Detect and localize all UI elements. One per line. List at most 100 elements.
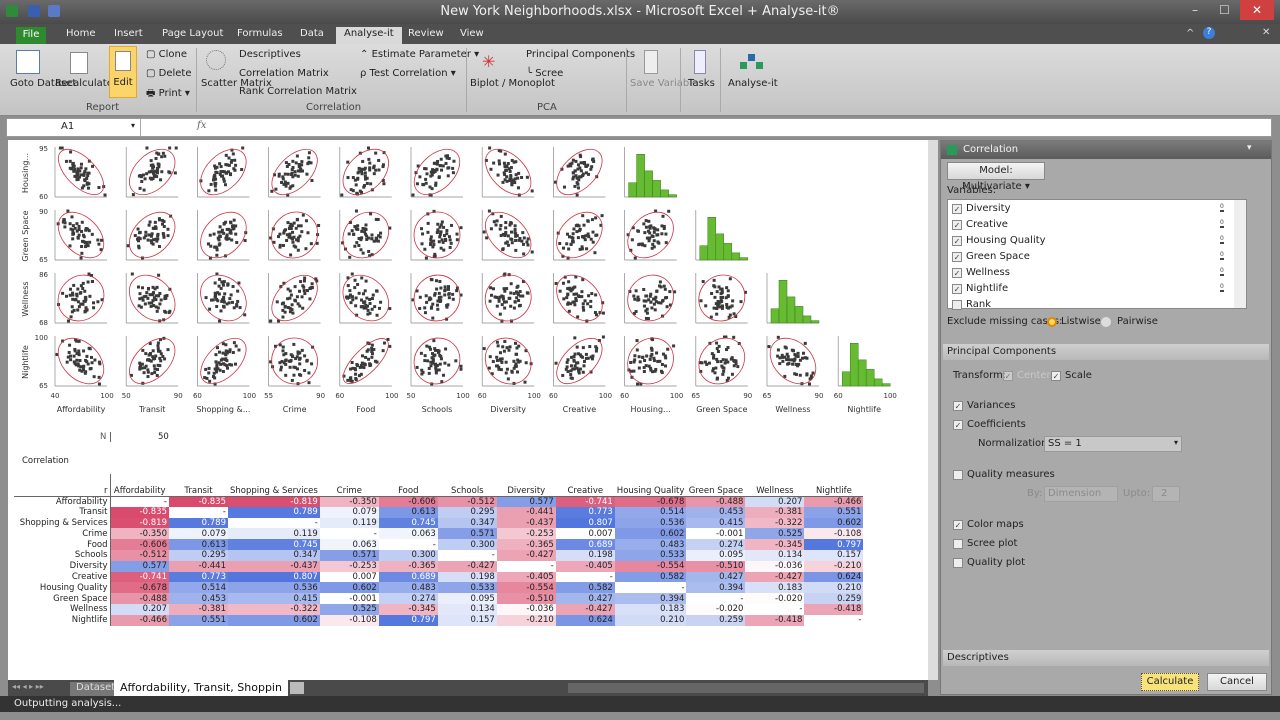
tab-data[interactable]: Data [292,27,332,44]
tab-analyse-it[interactable]: Analyse-it [336,27,402,44]
listwise-radio[interactable] [1047,317,1057,327]
coefficients-checkbox[interactable]: ✓ [953,420,963,430]
quality-measures-checkbox[interactable] [953,470,963,480]
tab-review[interactable]: Review [400,27,452,44]
clone-button[interactable]: ▢ Clone [146,49,187,60]
scatter-point [448,238,452,242]
variable-item[interactable]: ✓ Green Space 0 [952,250,1232,264]
close-workbook-icon[interactable]: ✕ [1262,27,1270,38]
center-checkbox[interactable]: ✓ [1003,371,1013,381]
scale-checkbox[interactable]: ✓ [1051,371,1061,381]
variable-checkbox[interactable]: ✓ [952,284,962,294]
tab-view[interactable]: View [452,27,492,44]
upto-stepper[interactable]: 2 [1152,486,1180,502]
sheet-nav-icon[interactable]: ◂◂ ◂ ▸ ▸▸ [12,682,44,691]
variable-item[interactable]: ✓ Diversity 0 [952,202,1232,216]
scatter-point [168,171,172,175]
scatter-point [225,233,229,237]
scatter-point [82,349,86,353]
quality-plot-checkbox[interactable] [953,558,963,568]
fx-icon[interactable]: fx [197,120,206,131]
analyse-it-button[interactable]: Analyse-it [728,78,778,89]
scree-plot-checkbox[interactable] [953,539,963,549]
scatter-point [657,241,661,245]
name-box[interactable]: A1 [7,119,141,136]
minimize-icon[interactable]: – [1192,3,1198,17]
tab-page-layout[interactable]: Page Layout [154,27,231,44]
color-maps-checkbox[interactable]: ✓ [953,520,963,530]
tasks-button[interactable]: Tasks [688,78,715,89]
maximize-icon[interactable]: ☐ [1219,3,1230,17]
tab-insert[interactable]: Insert [106,27,151,44]
help-icon[interactable]: ? [1203,27,1215,39]
scatter-point [362,366,366,370]
pairwise-radio[interactable] [1101,317,1111,327]
delete-button[interactable]: ▢ Delete [146,68,192,79]
principal-components-section[interactable]: Principal Components [943,344,1269,360]
tab-home[interactable]: Home [58,27,104,44]
estimate-parameter-button[interactable]: ⌃ Estimate Parameter ▾ [360,49,479,60]
biplot-button[interactable]: Biplot / Monoplot [470,78,555,89]
correlation-matrix-button[interactable]: Correlation Matrix [239,68,329,79]
descriptives-button[interactable]: Descriptives [239,49,301,60]
variable-checkbox[interactable]: ✓ [952,268,962,278]
sheet-tab-analysis[interactable]: Affordability, Transit, Shoppin [114,680,288,696]
tab-formulas[interactable]: Formulas [229,27,291,44]
variances-checkbox[interactable]: ✓ [953,401,963,411]
rank-correlation-matrix-button[interactable]: Rank Correlation Matrix [239,86,357,97]
scatter-matrix-button[interactable]: Scatter Matrix [201,78,272,89]
vertical-scrollbar[interactable] [928,140,938,680]
scatter-point [302,285,306,289]
cancel-button[interactable]: Cancel [1207,673,1267,691]
new-sheet-icon[interactable] [290,682,304,694]
scatter-point [291,230,295,234]
scree-button[interactable]: ╰ Scree [526,68,563,79]
scatter-point [488,299,492,303]
variable-checkbox[interactable]: ✓ [952,204,962,214]
scatter-point [725,286,729,290]
principal-components-button[interactable]: Principal Components [526,49,635,60]
scatter-point [294,161,298,165]
edit-button[interactable]: Edit [109,46,137,98]
name-box-dropdown-icon[interactable]: ▾ [131,121,135,130]
scatter-point [446,303,450,307]
formula-input[interactable] [213,119,1263,136]
scatter-point [146,375,150,379]
variable-item[interactable]: ✓ Housing Quality 0 [952,234,1232,248]
table-cell: -0.606 [110,539,169,550]
scatter-point [514,173,518,177]
scatter-point [356,176,360,180]
normalization-dropdown[interactable]: SS = 1 ▾ [1044,436,1182,452]
save-variable-button[interactable]: Save Variable [630,78,698,89]
model-dropdown[interactable]: Model: Multivariate ▾ [947,162,1045,192]
x-tick-label: 100 [884,392,897,400]
test-correlation-button[interactable]: ρ Test Correlation ▾ [360,68,456,79]
variable-checkbox[interactable]: ✓ [952,220,962,230]
horizontal-scrollbar[interactable] [568,683,924,693]
pane-menu-icon[interactable]: ▾ [1247,143,1252,153]
descriptives-section[interactable]: Descriptives [943,650,1269,666]
close-icon[interactable]: ✕ [1240,0,1274,20]
scatter-point [150,241,154,245]
variable-checkbox[interactable] [952,300,962,310]
collapse-ribbon-icon[interactable]: ^ [1186,28,1194,39]
variable-checkbox[interactable]: ✓ [952,236,962,246]
scatter-point [82,368,86,372]
by-dropdown[interactable]: Dimension [1044,486,1118,502]
table-cell: -0.835 [110,506,169,518]
variable-item[interactable]: Rank [952,298,1232,312]
variable-item[interactable]: ✓ Creative 0 [952,218,1232,232]
calculate-button[interactable]: Calculate [1141,673,1199,691]
recalculate-button[interactable]: Recalculate [55,78,113,89]
print-button[interactable]: 🖶 Print ▾ [146,86,190,103]
goto-dataset-button[interactable]: Goto Dataset [10,78,76,89]
histogram-bar [739,257,749,261]
variable-checkbox[interactable]: ✓ [952,252,962,262]
variable-item[interactable]: ✓ Wellness 0 [952,266,1232,280]
scree-label: Scree [535,68,564,79]
scatter-point [506,377,510,381]
variables-scrollbar[interactable] [1234,200,1246,308]
tab-file[interactable]: File [16,27,46,44]
variable-item[interactable]: ✓ Nightlife 0 [952,282,1232,296]
row-label: Transit [14,506,111,518]
